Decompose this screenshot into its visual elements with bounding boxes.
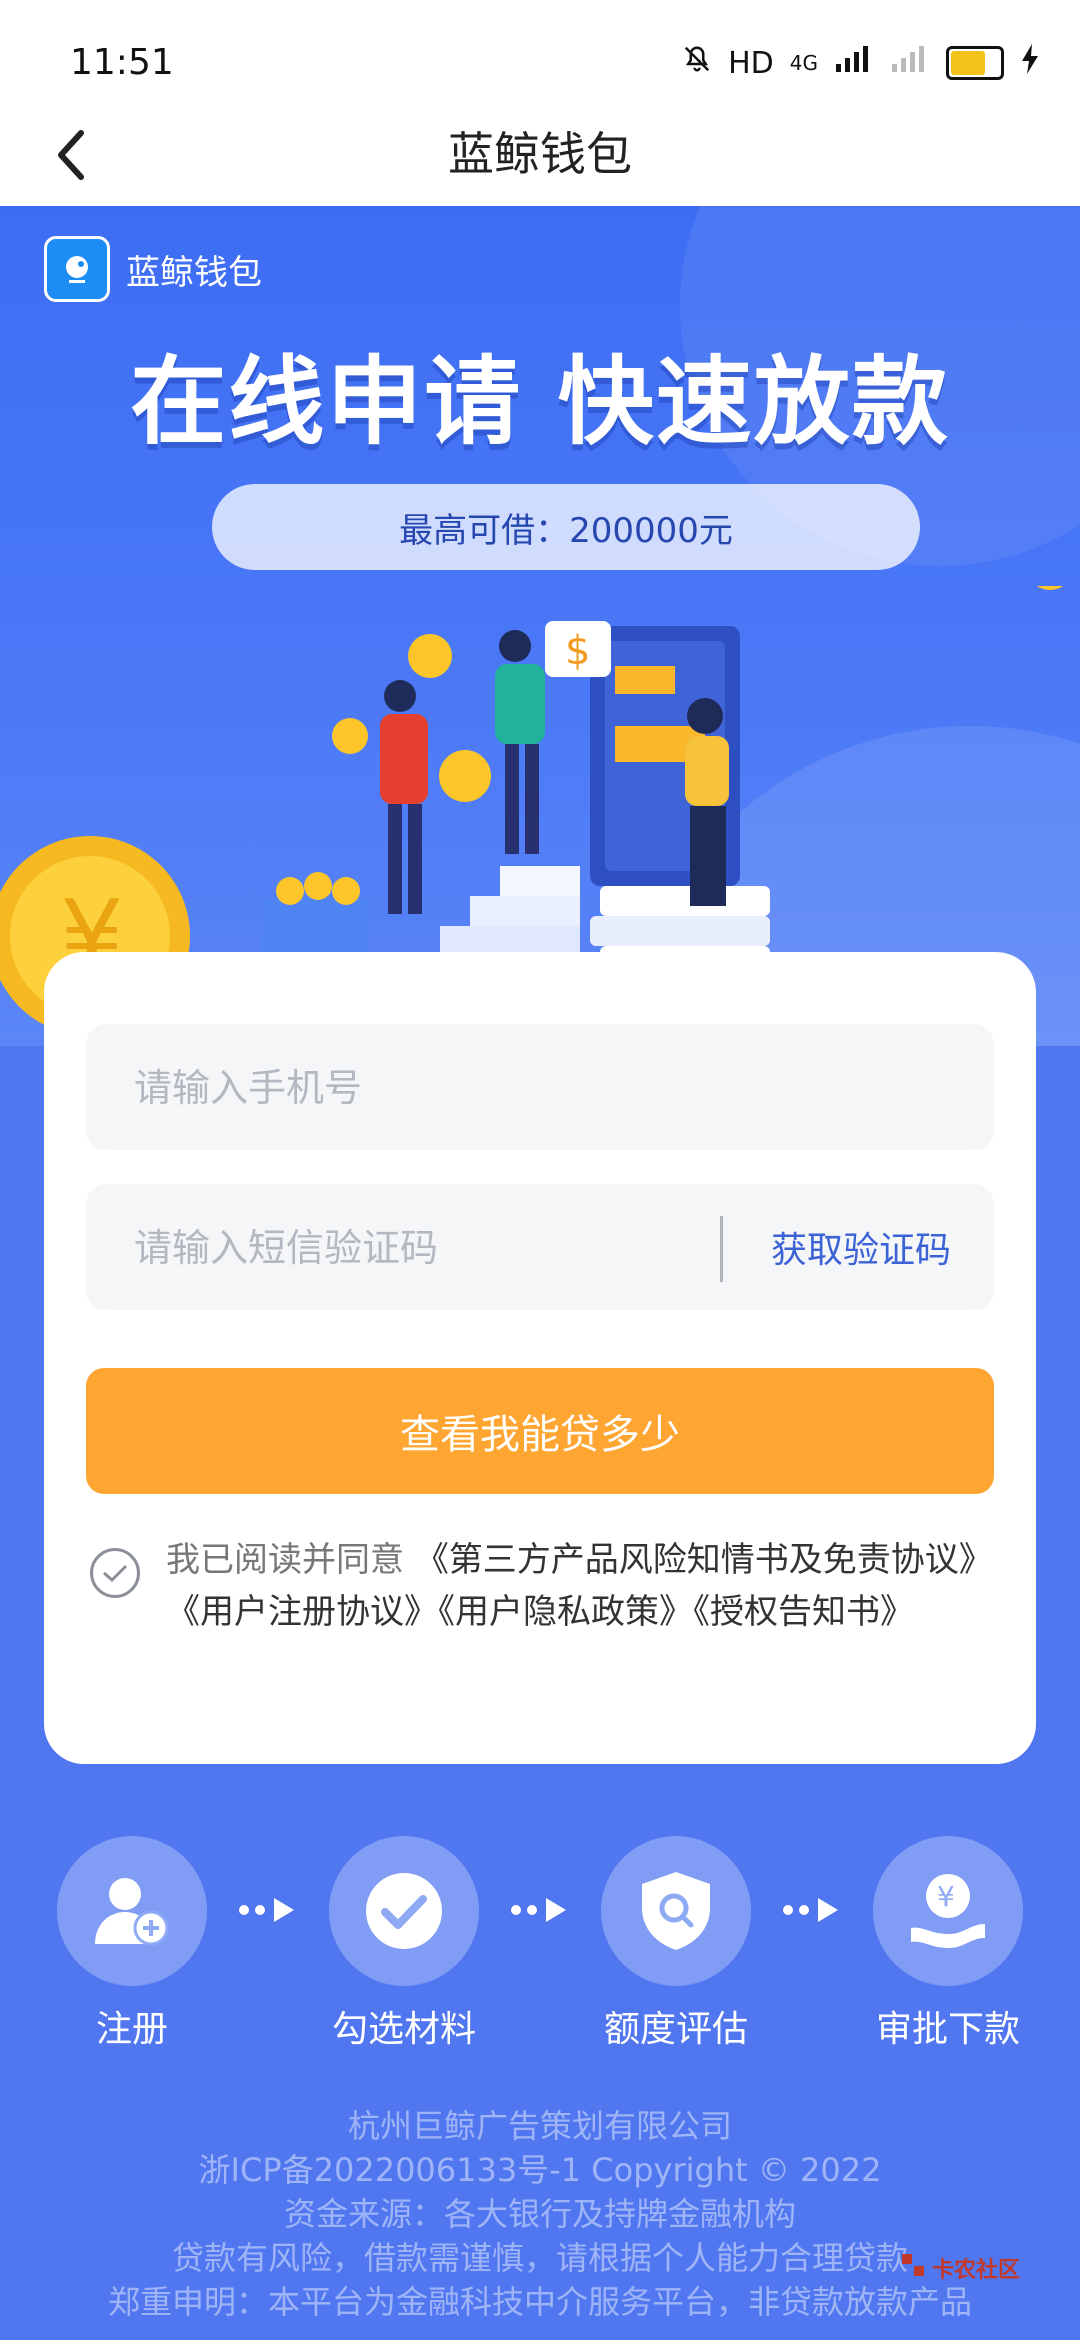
phone-input[interactable] <box>86 1024 696 1152</box>
hero-title: 在线申请 快速放款 <box>130 346 950 458</box>
process-steps: 注册 勾选材料 额度评估 ¥ 审批下款 <box>0 1836 1080 2050</box>
step-label: 额度评估 <box>603 2009 748 2050</box>
phone-input-container <box>86 1024 994 1152</box>
login-form-card: 获取验证码 查看我能贷多少 我已阅读并同意 《第三方产品风险知情书及免责协议》《… <box>44 952 1036 1764</box>
watermark-logo-icon <box>898 2250 928 2286</box>
signal-4g: 4G <box>789 51 818 75</box>
step-register: 注册 <box>32 1836 232 2052</box>
sms-code-input-container: 获取验证码 <box>86 1184 994 1312</box>
page-title: 蓝鲸钱包 <box>448 127 632 181</box>
step-label: 注册 <box>95 2009 168 2050</box>
charging-icon <box>1020 44 1040 82</box>
arrow-icon <box>511 1898 566 1922</box>
brand: 蓝鲸钱包 <box>44 236 262 302</box>
agree-prefix: 我已阅读并同意 <box>166 1540 404 1580</box>
signal-icon <box>834 44 874 82</box>
svg-text:¥: ¥ <box>937 1880 955 1913</box>
brand-name: 蓝鲸钱包 <box>126 252 262 293</box>
user-add-icon <box>57 1836 207 1986</box>
step-approval: ¥ 审批下款 <box>848 1836 1048 2052</box>
company-name: 杭州巨鲸广告策划有限公司 <box>347 2107 732 2145</box>
input-divider <box>720 1216 723 1282</box>
shield-search-icon <box>601 1836 751 1986</box>
step-label: 审批下款 <box>875 2009 1020 2050</box>
check-icon <box>329 1836 479 1986</box>
status-icons: HD 4G <box>682 44 1040 82</box>
agree-checkbox[interactable] <box>90 1548 140 1598</box>
yuan-hand-icon: ¥ <box>873 1836 1023 1986</box>
icp-copyright: 浙ICP备2022006133号-1 Copyright © 2022 <box>198 2151 882 2189</box>
nav-bar: 蓝鲸钱包 <box>0 100 1080 206</box>
submit-button[interactable]: 查看我能贷多少 <box>86 1368 994 1494</box>
hero-banner: 蓝鲸钱包 在线申请 快速放款 最高可借：200000元 ¥ $ <box>0 206 1080 1046</box>
check-icon <box>103 1564 128 1583</box>
hd-indicator: HD <box>728 45 774 81</box>
disclaimer: 郑重申明：本平台为金融科技中介服务平台，非贷款放款产品 <box>107 2283 972 2321</box>
signal-2-icon <box>890 44 930 82</box>
arrow-icon <box>239 1898 294 1922</box>
step-select-materials: 勾选材料 <box>304 1836 504 2052</box>
footer: 杭州巨鲸广告策划有限公司 浙ICP备2022006133号-1 Copyrigh… <box>0 2104 1080 2324</box>
agreement-text: 我已阅读并同意 《第三方产品风险知情书及免责协议》《用户注册协议》《用户隐私政策… <box>166 1534 986 1638</box>
watermark: 卡农社区 <box>898 2250 1020 2286</box>
watermark-text: 卡农社区 <box>931 2258 1020 2283</box>
get-code-button[interactable]: 获取验证码 <box>746 1184 976 1310</box>
fund-source: 资金来源：各大银行及持牌金融机构 <box>283 2195 796 2233</box>
battery-icon <box>946 46 1004 80</box>
loan-limit-badge: 最高可借：200000元 <box>212 484 920 570</box>
step-credit-evaluation: 额度评估 <box>576 1836 776 2052</box>
whale-logo-icon <box>44 236 110 302</box>
status-time: 11:51 <box>70 42 174 83</box>
arrow-icon <box>783 1898 838 1922</box>
svg-text:$: $ <box>565 628 590 674</box>
mute-icon <box>682 44 712 82</box>
sms-code-input[interactable] <box>86 1184 696 1312</box>
step-label: 勾选材料 <box>331 2009 476 2050</box>
